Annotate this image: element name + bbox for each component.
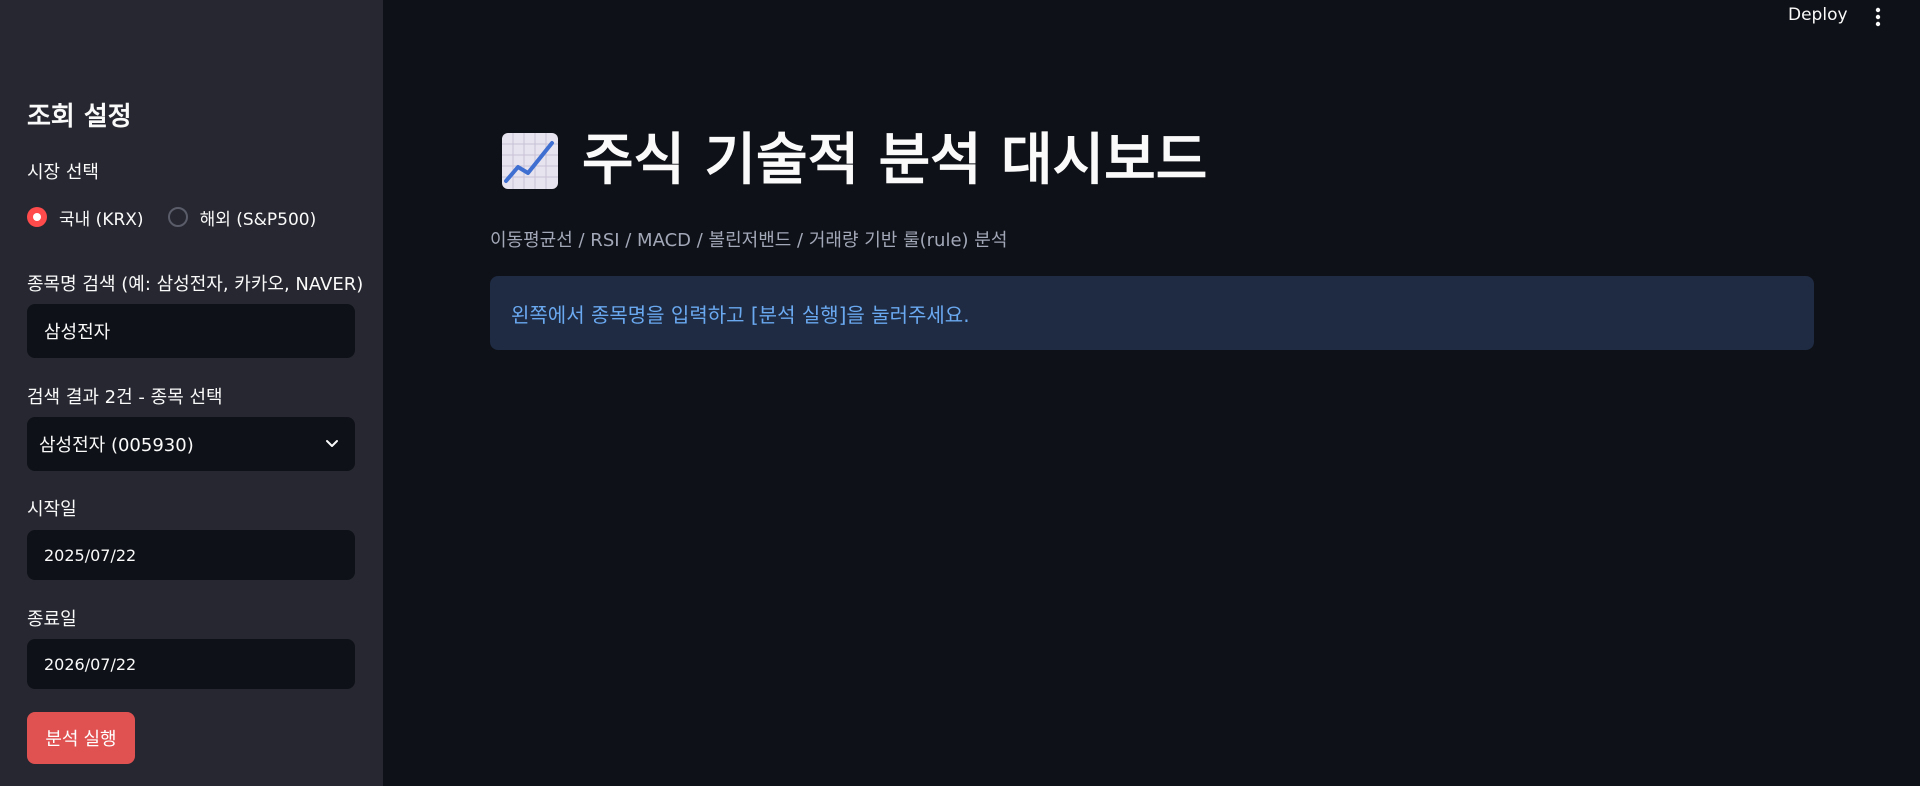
app-root: 조회 설정 시장 선택 국내 (KRX) 해외 (S&P500) 종목명 검색 … [0,0,1920,786]
result-label: 검색 결과 2건 - 종목 선택 [27,387,223,408]
end-date-label: 종료일 [27,609,77,630]
info-alert: 왼쪽에서 종목명을 입력하고 [분석 실행]을 눌러주세요. [490,276,1814,350]
deploy-button[interactable]: Deploy [1788,5,1848,25]
info-alert-text: 왼쪽에서 종목명을 입력하고 [분석 실행]을 눌러주세요. [511,302,970,327]
radio-domestic[interactable]: 국내 (KRX) [27,205,144,230]
run-analysis-button[interactable]: 분석 실행 [27,712,135,764]
stock-search-input[interactable]: 삼성전자 [27,304,355,358]
chart-increasing-icon [502,133,558,189]
radio-selected-icon[interactable] [27,207,47,227]
start-date-value: 2025/07/22 [44,545,137,565]
start-date-label: 시작일 [27,499,77,520]
page-title: 주식 기술적 분석 대시보드 [500,126,1207,196]
end-date-input[interactable]: 2026/07/22 [27,639,355,689]
radio-overseas[interactable]: 해외 (S&P500) [167,205,317,230]
stock-select-value: 삼성전자 (005930) [39,435,194,456]
chevron-down-icon [326,440,338,447]
stock-search-value: 삼성전자 [44,322,111,343]
market-radio-group: 국내 (KRX) 해외 (S&P500) [27,204,340,230]
start-date-input[interactable]: 2025/07/22 [27,530,355,580]
radio-domestic-label: 국내 (KRX) [59,209,144,230]
page-subtitle: 이동평균선 / RSI / MACD / 볼린저밴드 / 거래량 기반 룰(ru… [490,230,1008,251]
radio-overseas-label: 해외 (S&P500) [199,209,317,230]
radio-unselected-icon[interactable] [167,207,188,227]
kebab-menu-icon[interactable] [1868,6,1888,28]
sidebar: 조회 설정 시장 선택 국내 (KRX) 해외 (S&P500) 종목명 검색 … [0,0,383,786]
end-date-value: 2026/07/22 [44,654,137,674]
market-label: 시장 선택 [27,162,99,183]
search-label: 종목명 검색 (예: 삼성전자, 카카오, NAVER) [27,274,364,295]
page-title-text: 주식 기술적 분석 대시보드 [582,128,1208,193]
sidebar-title: 조회 설정 [27,102,132,132]
stock-select-dropdown[interactable]: 삼성전자 (005930) [27,417,355,471]
